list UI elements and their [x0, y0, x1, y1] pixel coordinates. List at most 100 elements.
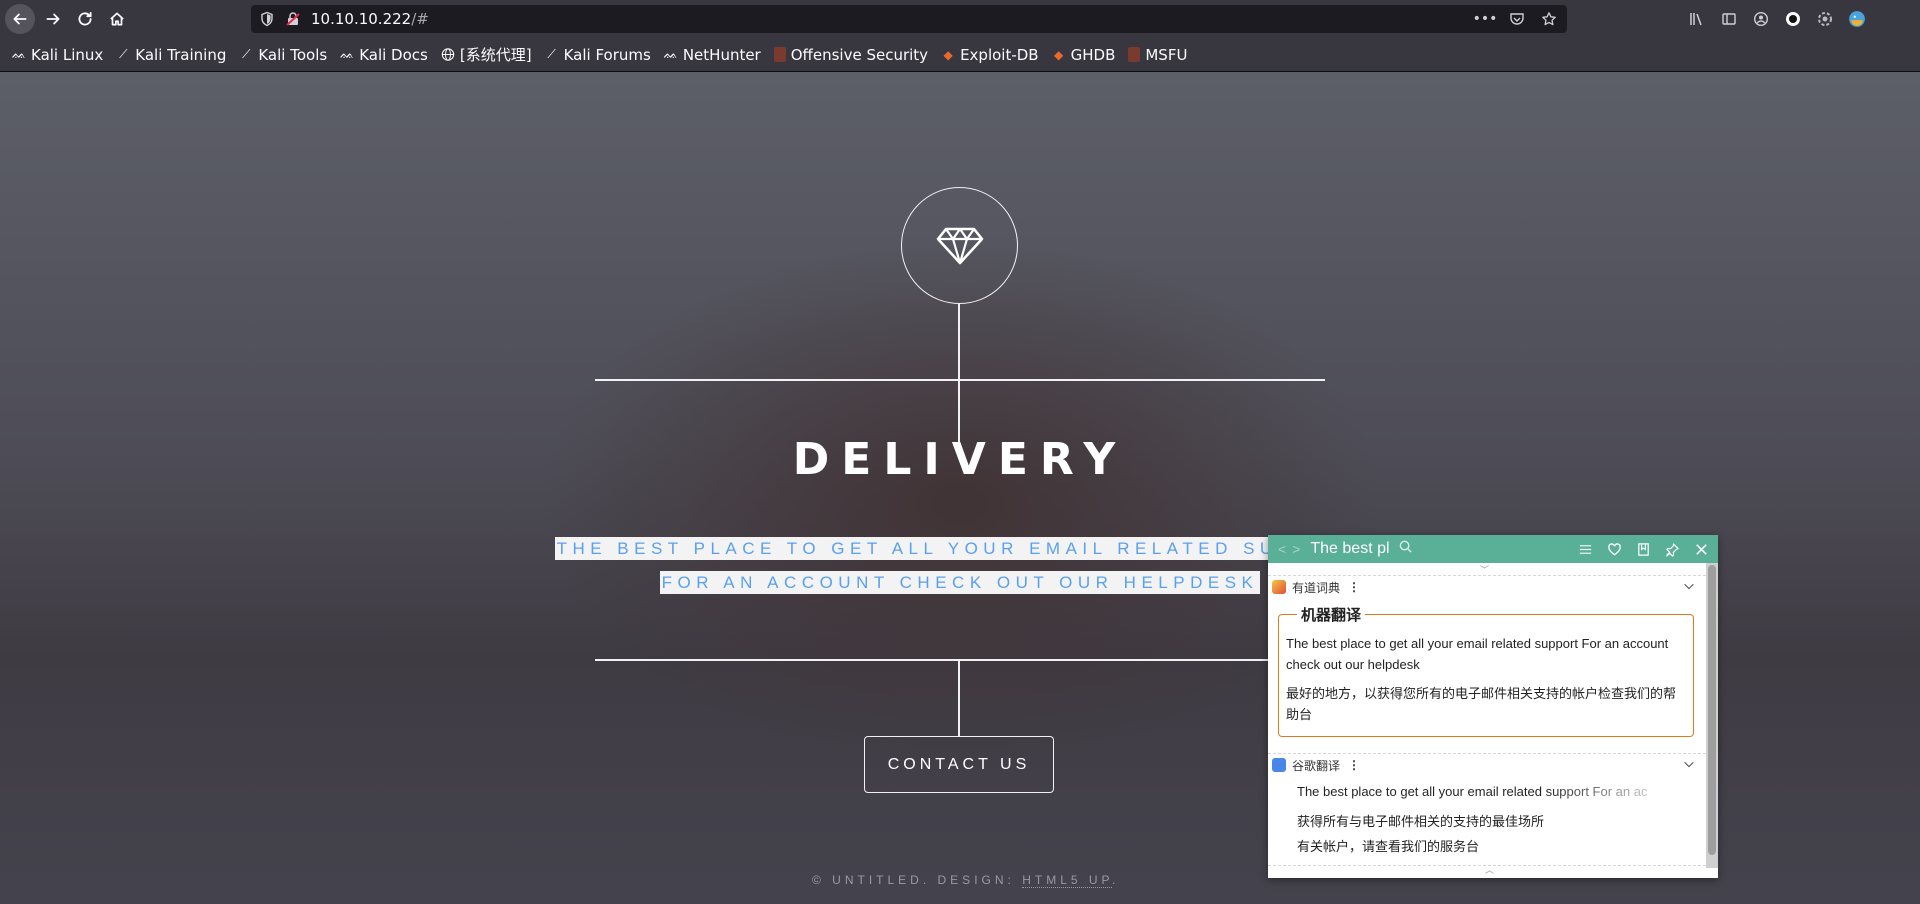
popup-pin-icon[interactable]	[1663, 540, 1681, 558]
google-collapse-icon[interactable]	[1682, 757, 1696, 774]
library-icon[interactable]	[1687, 9, 1707, 29]
popup-query[interactable]: The best pl	[1310, 540, 1392, 558]
kali-dragon-icon: ᨐ	[11, 47, 27, 61]
bookmark-kali-forums[interactable]: ⟋ Kali Forums	[545, 45, 651, 64]
footer-period: .	[1112, 873, 1120, 887]
bookmark-label: NetHunter	[682, 45, 761, 64]
connector-line-bottom	[958, 660, 960, 737]
separator	[1268, 575, 1706, 576]
logo-circle	[901, 187, 1018, 304]
extension-circle-icon[interactable]	[1783, 9, 1803, 29]
bookmark-exploit-db[interactable]: ◆ Exploit-DB	[941, 45, 1039, 64]
bookmark-nethunter[interactable]: ᨐ NetHunter	[664, 46, 761, 64]
forward-button[interactable]	[37, 3, 69, 35]
site-title: DELIVERY	[792, 434, 1128, 485]
account-icon[interactable]	[1751, 9, 1771, 29]
separator	[1268, 753, 1706, 754]
bookmark-ghdb[interactable]: ◆ GHDB	[1052, 45, 1116, 64]
machine-translation-box: 机器翻译 The best place to get all your emai…	[1278, 604, 1694, 737]
popup-wordbook-icon[interactable]	[1634, 540, 1652, 558]
bookmark-msfu[interactable]: MSFU	[1128, 46, 1187, 64]
bookmark-kali-training[interactable]: ⟋ Kali Training	[116, 46, 226, 64]
kali-forums-icon: ⟋	[547, 47, 556, 61]
bookmark-kali-docs[interactable]: ᨐ Kali Docs	[340, 46, 428, 64]
kali-tools-icon: ⟋	[242, 47, 251, 61]
offsec-icon	[773, 47, 786, 62]
footer-html5up-link[interactable]: HTML5 UP	[1022, 873, 1112, 888]
bookmark-kali-linux[interactable]: ᨐ Kali Linux	[12, 46, 103, 64]
youdao-dict-row[interactable]: 有道词典 ⋮	[1268, 577, 1706, 597]
bookmark-label: Kali Docs	[359, 45, 428, 64]
pocket-icon[interactable]	[1507, 9, 1527, 29]
popup-body: ﹀ 有道词典 ⋮ 机器翻译 The best place to get all …	[1268, 563, 1706, 878]
bookmark-kali-tools[interactable]: ⟋ Kali Tools	[239, 46, 327, 64]
bookmark-label: Kali Linux	[31, 45, 104, 64]
google-result-line-1: 获得所有与电子邮件相关的支持的最佳场所	[1297, 814, 1545, 829]
youdao-icon	[1272, 580, 1286, 594]
bookmark-label: [系统代理]	[459, 46, 532, 64]
bookmark-label: Kali Training	[135, 45, 227, 64]
tracking-shield-icon[interactable]	[259, 11, 275, 27]
extension-gear-icon[interactable]	[1815, 9, 1835, 29]
youdao-more-icon[interactable]: ⋮	[1348, 580, 1360, 594]
kali-docs-icon: ᨐ	[340, 47, 355, 61]
popup-scrollbar[interactable]	[1706, 563, 1718, 868]
google-source-text: The best place to get all your email rel…	[1297, 784, 1652, 799]
bookmark-label: GHDB	[1070, 45, 1116, 64]
scroll-down-chevron-icon[interactable]: ︿	[1485, 863, 1494, 876]
tagline-line-1: THE BEST PLACE TO GET ALL YOUR EMAIL REL…	[554, 537, 1366, 560]
reload-icon	[78, 11, 92, 26]
google-translate-icon	[1272, 758, 1286, 772]
bookmark-label: Kali Tools	[258, 45, 328, 64]
divider-top	[595, 379, 1325, 381]
contact-us-button[interactable]: CONTACT US	[864, 736, 1054, 793]
forward-arrow-icon	[46, 13, 60, 25]
translate-extension-icon[interactable]	[1847, 9, 1867, 29]
url-host: 10.10.10.222	[311, 10, 412, 28]
connector-line-top	[958, 303, 960, 451]
popup-prev-icon[interactable]: <	[1278, 541, 1286, 557]
bookmark-offensive-security[interactable]: Offensive Security	[773, 46, 928, 64]
google-more-icon[interactable]: ⋮	[1348, 758, 1360, 772]
url-path: /#	[411, 10, 429, 28]
page-actions-icon[interactable]: •••	[1473, 9, 1498, 29]
msfu-icon	[1128, 47, 1141, 62]
nethunter-icon: ᨐ	[663, 47, 678, 61]
google-translate-row[interactable]: 谷歌翻译 ⋮	[1268, 755, 1706, 775]
popup-search-icon[interactable]	[1398, 539, 1413, 559]
footer-copyright: © UNTITLED. DESIGN:	[812, 873, 1023, 887]
bookmarks-toolbar: ᨐ Kali Linux ⟋ Kali Training ⟋ Kali Tools ᨐ…	[0, 38, 1920, 72]
bookmark-system-proxy[interactable]: [系统代理]	[441, 44, 532, 65]
popup-header: < > The best pl	[1268, 535, 1718, 563]
sidebar-icon[interactable]	[1719, 9, 1739, 29]
browser-toolbar: 10.10.10.222/# •••	[0, 0, 1920, 38]
bookmark-label: Exploit-DB	[960, 45, 1039, 64]
bookmark-label: Kali Forums	[563, 45, 651, 64]
google-result-line-2: 有关帐户，请查看我们的服务台	[1297, 839, 1480, 854]
translation-popup: < > The best pl ﹀ 有道词典 ⋮ 机器翻译 The best p…	[1268, 535, 1718, 878]
popup-favorite-icon[interactable]	[1605, 540, 1623, 558]
home-icon	[110, 12, 124, 26]
insecure-lock-icon[interactable]	[285, 11, 301, 27]
back-button[interactable]	[5, 4, 35, 34]
back-arrow-icon	[13, 13, 27, 25]
footer: © UNTITLED. DESIGN: HTML5 UP.	[812, 873, 1120, 888]
url-text[interactable]: 10.10.10.222/#	[311, 10, 429, 28]
divider-bottom	[595, 659, 1269, 661]
machine-translation-title: 机器翻译	[1297, 604, 1366, 625]
popup-menu-icon[interactable]	[1576, 540, 1594, 558]
bookmark-star-icon[interactable]	[1539, 9, 1559, 29]
reload-button[interactable]	[69, 3, 101, 35]
bookmark-label: MSFU	[1145, 45, 1188, 64]
mt-source-text: The best place to get all your email rel…	[1286, 636, 1669, 672]
exploitdb-icon: ◆	[943, 47, 953, 62]
popup-next-icon[interactable]: >	[1292, 541, 1300, 557]
url-bar[interactable]: 10.10.10.222/# •••	[251, 5, 1567, 33]
home-button[interactable]	[101, 3, 133, 35]
globe-icon	[441, 47, 455, 63]
tagline-line-2: FOR AN ACCOUNT CHECK OUT OUR HELPDESK	[659, 571, 1261, 594]
mt-result-text: 最好的地方，以获得您所有的电子邮件相关支持的帐户检查我们的帮助台	[1286, 687, 1677, 723]
diamond-icon	[936, 227, 983, 264]
youdao-collapse-icon[interactable]	[1682, 579, 1696, 596]
popup-close-icon[interactable]	[1692, 540, 1710, 558]
